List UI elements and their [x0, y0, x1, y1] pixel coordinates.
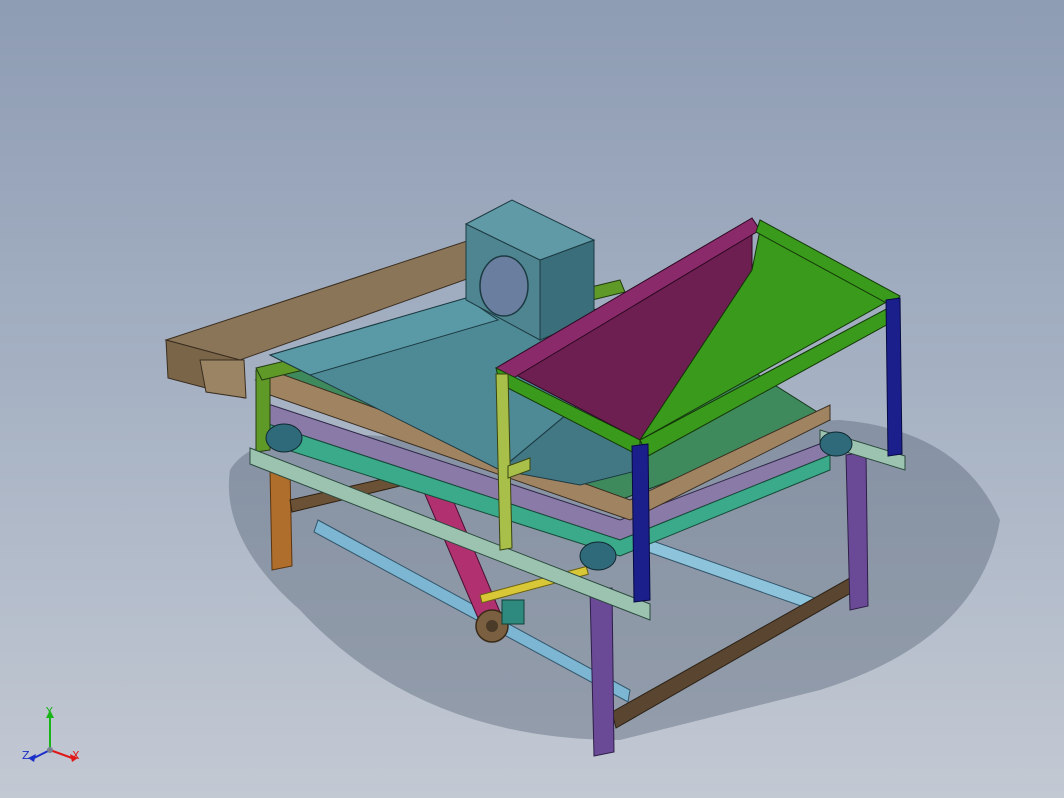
x-axis-line [49, 749, 73, 759]
bearing-mid [579, 541, 617, 571]
axis-triad[interactable] [22, 700, 92, 770]
machine-assembly-model[interactable] [0, 0, 1064, 798]
triad-y-label: Y [46, 705, 53, 718]
triad-origin [47, 747, 53, 753]
cad-viewport[interactable]: Y X Z [0, 0, 1064, 798]
leg-back-left [269, 469, 293, 571]
triad-z-label: Z [22, 749, 30, 762]
bearing-block [501, 599, 525, 625]
leg-back-right [845, 451, 869, 611]
hopper-post-right [885, 297, 903, 457]
bearing-right [819, 431, 853, 457]
bearing-left [265, 423, 303, 453]
leg-front [589, 587, 615, 757]
duct-opening [479, 255, 529, 317]
chute-end [199, 359, 247, 399]
triad-x-label: X [72, 749, 80, 762]
hopper-post-front [631, 443, 651, 603]
